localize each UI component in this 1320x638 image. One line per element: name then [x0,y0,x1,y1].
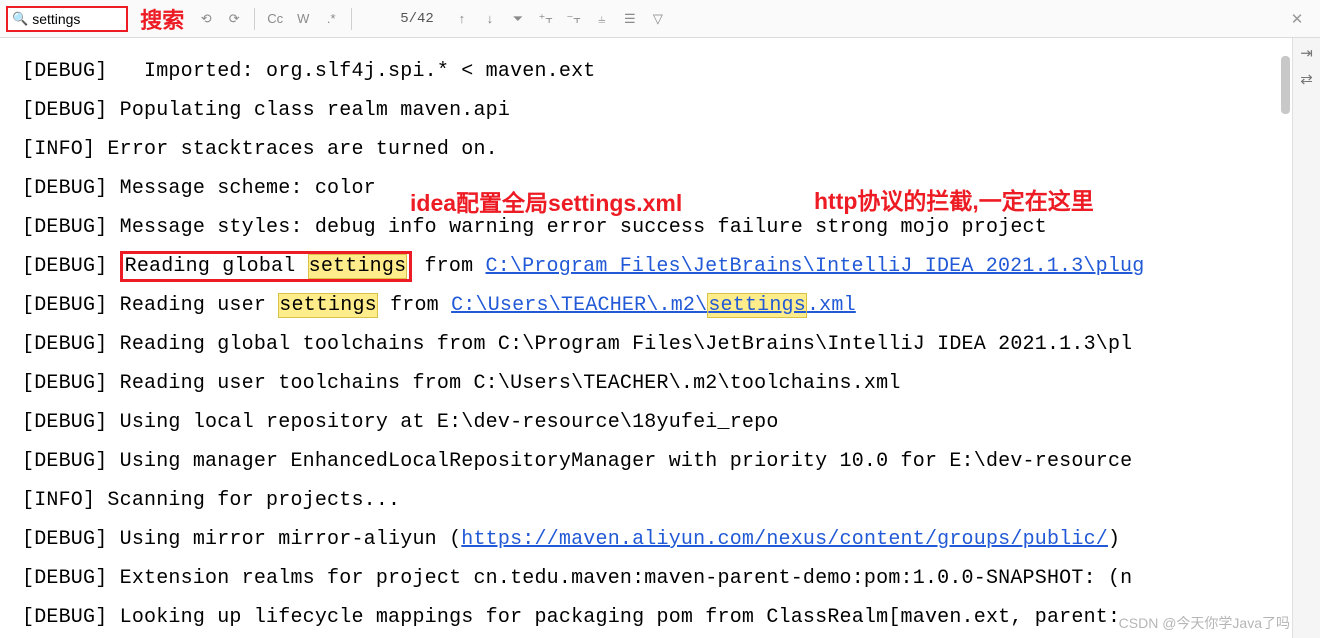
watermark: CSDN @今天你学Java了吗 [1119,613,1290,633]
filter-button[interactable]: ⏷ [506,7,530,31]
regex-button[interactable]: .* [319,7,343,31]
file-link[interactable]: C:\Program Files\JetBrains\IntelliJ IDEA… [486,255,1145,278]
close-find-button[interactable]: ✕ [1286,8,1308,30]
annotation-http: http协议的拦截,一定在这里 [814,182,1094,216]
console-line: [DEBUG] Reading global settings from C:\… [22,247,1310,286]
gutter-icon-1[interactable]: ⇥ [1300,44,1313,62]
console-line: [DEBUG] Reading global toolchains from C… [22,325,1310,364]
prev-occurrence-button[interactable]: ⟲ [194,7,218,31]
scrollbar-thumb[interactable] [1281,56,1290,114]
console-line: [DEBUG] Using local repository at E:\dev… [22,403,1310,442]
console-line: [DEBUG] Using manager EnhancedLocalRepos… [22,442,1310,481]
funnel-icon[interactable]: ▽ [646,7,670,31]
console-output: [DEBUG] Imported: org.slf4j.spi.* < mave… [0,38,1320,637]
add-selection-icon[interactable]: ⁺⫟ [534,7,558,31]
up-button[interactable]: ↑ [450,7,474,31]
separator [254,8,255,30]
remove-selection-icon[interactable]: ⁻⫟ [562,7,586,31]
find-toolbar: 🔍 搜索 ⟲ ⟳ Cc W .* 5/42 ↑ ↓ ⏷ ⁺⫟ ⁻⫟ ⫨ ☰ ▽ … [0,0,1320,38]
console-line: [DEBUG] Using mirror mirror-aliyun (http… [22,520,1310,559]
console-line: [DEBUG] Imported: org.slf4j.spi.* < mave… [22,52,1310,91]
console-line: [DEBUG] Reading user settings from C:\Us… [22,286,1310,325]
search-input-wrap[interactable]: 🔍 [6,6,128,32]
console-line: [INFO] Scanning for projects... [22,481,1310,520]
console-line: [DEBUG] Looking up lifecycle mappings fo… [22,598,1310,637]
console-line: [DEBUG] Extension realms for project cn.… [22,559,1310,598]
settings-icon[interactable]: ☰ [618,7,642,31]
file-link[interactable]: https://maven.aliyun.com/nexus/content/g… [461,528,1108,551]
separator [351,8,352,30]
console-line: [INFO] Error stacktraces are turned on. [22,130,1310,169]
match-case-button[interactable]: Cc [263,7,287,31]
file-link[interactable]: .xml [807,294,856,317]
file-link[interactable]: settings [707,293,807,318]
down-button[interactable]: ↓ [478,7,502,31]
next-occurrence-button[interactable]: ⟳ [222,7,246,31]
right-gutter: ⇥ ⇄ [1292,38,1320,638]
gutter-icon-2[interactable]: ⇄ [1300,70,1313,88]
annotation-search: 搜索 [140,3,184,35]
words-button[interactable]: W [291,7,315,31]
console-line: [DEBUG] Populating class realm maven.api [22,91,1310,130]
annotation-settings-xml: idea配置全局settings.xml [410,184,682,218]
search-input[interactable] [32,11,122,27]
match-count: 5/42 [360,11,446,27]
file-link[interactable]: C:\Users\TEACHER\.m2\ [451,294,707,317]
console-line: [DEBUG] Reading user toolchains from C:\… [22,364,1310,403]
search-icon: 🔍 [12,11,28,27]
select-all-icon[interactable]: ⫨ [590,7,614,31]
